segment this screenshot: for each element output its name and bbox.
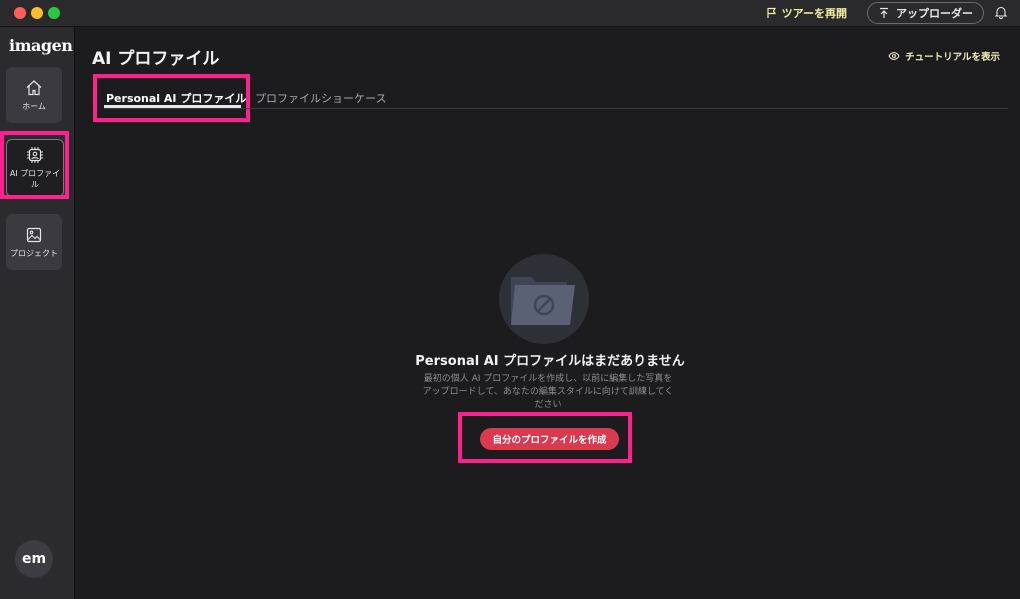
show-tutorial-link[interactable]: チュートリアルを表示 [888, 49, 1000, 63]
resume-tour-button[interactable]: ツアーを再開 [766, 5, 847, 21]
image-icon [26, 227, 42, 242]
tab-profile-showcase[interactable]: プロファイルショーケース [255, 90, 386, 106]
eye-icon [888, 51, 900, 61]
zoom-window-button[interactable] [48, 7, 60, 19]
highlight-ai-profile-nav [0, 131, 69, 199]
sidebar-item-home[interactable]: ホーム [6, 67, 62, 123]
sidebar-item-label: プロジェクト [10, 248, 58, 258]
create-profile-button[interactable]: 自分のプロファイルを作成 [480, 428, 619, 450]
empty-folder-icon [499, 254, 589, 344]
close-window-button[interactable] [14, 7, 26, 19]
home-icon [26, 79, 42, 95]
uploader-button[interactable]: アップローダー [867, 2, 984, 24]
bell-icon [994, 6, 1008, 19]
minimize-window-button[interactable] [31, 7, 43, 19]
active-tab-indicator [104, 105, 241, 108]
sidebar: imagen ホーム AI プロファイル プロジェクト em [0, 27, 75, 599]
avatar[interactable]: em [15, 540, 53, 578]
flag-icon [767, 7, 776, 18]
tab-personal-ai-profile[interactable]: Personal AI プロファイル [106, 90, 246, 106]
app-logo: imagen [9, 36, 73, 55]
uploader-label: アップローダー [896, 7, 973, 20]
profile-tabs: Personal AI プロファイル プロファイルショーケース [104, 88, 1008, 109]
show-tutorial-label: チュートリアルを表示 [905, 52, 1000, 63]
upload-icon [880, 7, 888, 18]
resume-tour-label: ツアーを再開 [781, 7, 847, 20]
notifications-button[interactable] [994, 4, 1008, 23]
empty-state-title: Personal AI プロファイルはまだありません [415, 354, 685, 369]
title-bar: ツアーを再開 アップローダー [0, 0, 1020, 27]
sidebar-item-projects[interactable]: プロジェクト [6, 214, 62, 270]
sidebar-item-label: ホーム [22, 101, 46, 111]
empty-state-description: 最初の個人 AI プロファイルを作成し、以前に編集した写真をアップロードして、あ… [422, 374, 674, 410]
page-title: AI プロファイル [92, 49, 220, 69]
